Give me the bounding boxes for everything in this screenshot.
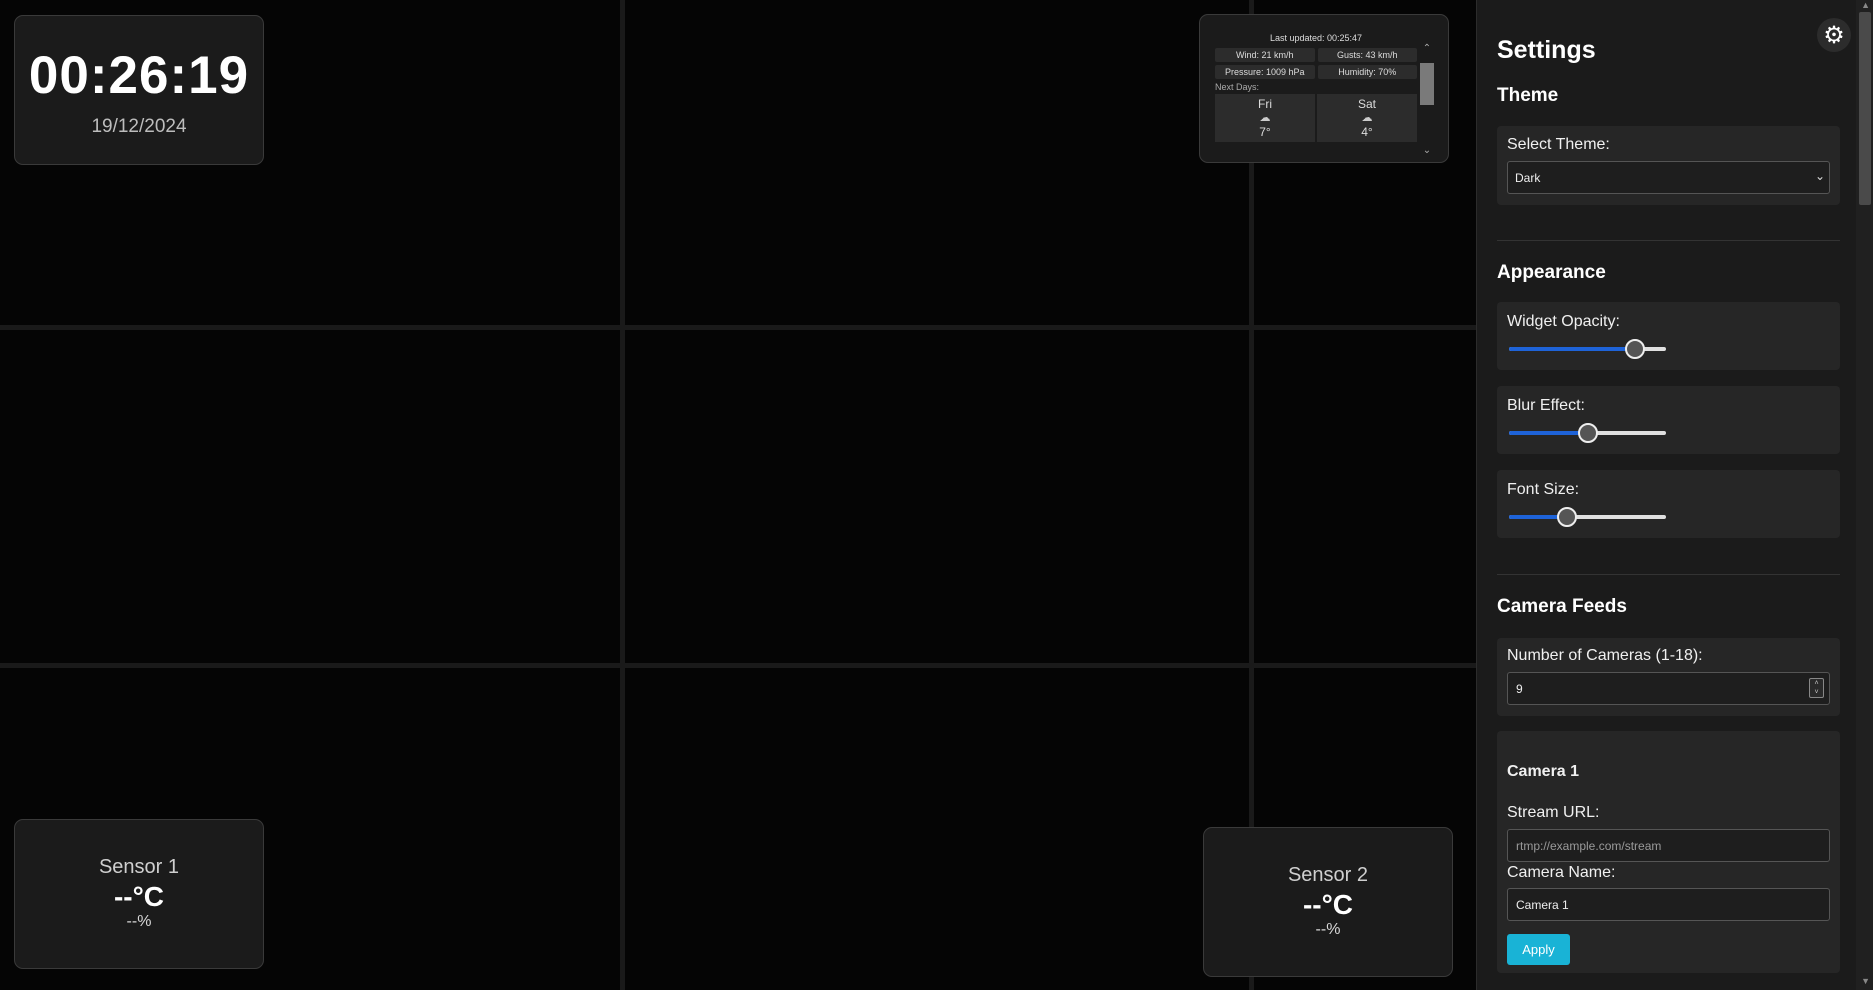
camera-tile[interactable] [625, 0, 1249, 325]
camera-1-card: Camera 1 Stream URL: rtmp://example.com/… [1497, 731, 1840, 973]
weather-wind: Wind: 21 km/h [1215, 48, 1315, 62]
weather-widget[interactable]: Last updated: 00:25:47 Wind: 21 km/h Gus… [1199, 14, 1449, 163]
camera-count-card: Number of Cameras (1-18): 9 ˄ ˅ [1497, 638, 1840, 716]
sensor-widget-2[interactable]: Sensor 2 --°C --% [1203, 827, 1453, 977]
weather-gusts: Gusts: 43 km/h [1317, 48, 1417, 62]
slider-thumb[interactable] [1577, 423, 1598, 443]
cloud-icon: ☁ [1259, 112, 1271, 124]
blur-effect-label: Blur Effect: [1507, 397, 1585, 414]
divider [1497, 240, 1840, 241]
blur-effect-slider[interactable] [1507, 423, 1668, 443]
camera-tile[interactable] [625, 330, 1249, 663]
theme-select[interactable]: Dark ⌄ [1507, 161, 1830, 194]
sensor-temperature: --°C [113, 881, 165, 912]
scroll-up-icon[interactable]: ⌃ [1420, 43, 1434, 54]
clock-widget[interactable]: 00:26:19 19/12/2024 [14, 15, 264, 165]
theme-select-value: Dark [1515, 171, 1541, 185]
camera-tile[interactable] [0, 330, 620, 663]
theme-heading: Theme [1497, 85, 1559, 106]
camera-feeds-heading: Camera Feeds [1497, 596, 1627, 617]
forecast-day-name: Sat [1357, 97, 1376, 111]
forecast-day: Sat ☁ 4° [1317, 94, 1417, 142]
camera-count-label: Number of Cameras (1-18): [1507, 647, 1703, 664]
camera-tile[interactable] [625, 668, 1249, 990]
blur-card: Blur Effect: [1497, 386, 1840, 454]
sensor-humidity: --% [126, 913, 152, 930]
forecast-day-temp: 4° [1361, 125, 1373, 139]
number-stepper[interactable]: ˄ ˅ [1809, 678, 1824, 698]
theme-card: Select Theme: Dark ⌄ [1497, 126, 1840, 205]
appearance-heading: Appearance [1497, 262, 1606, 283]
font-size-slider[interactable] [1507, 507, 1668, 527]
camera-name-input[interactable]: Camera 1 [1507, 888, 1830, 921]
widget-opacity-slider[interactable] [1507, 339, 1668, 359]
slider-thumb[interactable] [1625, 339, 1646, 359]
weather-pressure: Pressure: 1009 hPa [1215, 65, 1315, 79]
apply-button[interactable]: Apply [1507, 934, 1570, 965]
forecast-day-temp: 7° [1259, 125, 1271, 139]
divider [1497, 574, 1840, 575]
sensor-temperature: --°C [1302, 889, 1354, 920]
select-theme-label: Select Theme: [1507, 136, 1610, 153]
sensor-name: Sensor 2 [1287, 864, 1369, 886]
weather-updated: Last updated: 00:25:47 [1269, 33, 1363, 43]
sensor-name: Sensor 1 [98, 856, 180, 878]
weather-humidity: Humidity: 70% [1317, 65, 1417, 79]
stream-url-input[interactable]: rtmp://example.com/stream [1507, 829, 1830, 862]
scroll-down-icon[interactable]: ▼ [1861, 976, 1870, 986]
scrollbar-thumb[interactable] [1420, 63, 1434, 105]
next-days-label: Next Days: [1215, 82, 1260, 92]
clock-date: 19/12/2024 [91, 116, 187, 137]
dashboard: 00:26:19 19/12/2024 Last updated: 00:25:… [0, 0, 1873, 990]
sensor-humidity: --% [1315, 921, 1341, 938]
slider-thumb[interactable] [1556, 507, 1577, 527]
camera-tile[interactable] [1254, 330, 1486, 663]
chevron-down-icon: ⌄ [1814, 169, 1825, 183]
scroll-down-icon[interactable]: ⌄ [1420, 145, 1434, 156]
camera-count-value: 9 [1516, 682, 1523, 696]
scroll-up-icon[interactable]: ▲ [1861, 0, 1870, 10]
forecast-day: Fri ☁ 7° [1215, 94, 1315, 142]
settings-panel: ⚙ Settings Theme Select Theme: Dark ⌄ Ap… [1476, 0, 1873, 990]
cloud-icon: ☁ [1361, 112, 1373, 124]
opacity-card: Widget Opacity: [1497, 302, 1840, 370]
stream-url-label: Stream URL: [1507, 804, 1600, 821]
sensor-widget-1[interactable]: Sensor 1 --°C --% [14, 819, 264, 969]
scrollbar-thumb[interactable] [1859, 12, 1871, 205]
font-size-card: Font Size: [1497, 470, 1840, 538]
gear-icon[interactable]: ⚙ [1817, 18, 1851, 52]
widget-opacity-label: Widget Opacity: [1507, 313, 1620, 330]
forecast-day-name: Fri [1258, 97, 1272, 111]
weather-scrollbar[interactable]: ⌃ ⌄ [1420, 43, 1434, 162]
camera-count-input[interactable]: 9 ˄ ˅ [1507, 672, 1830, 705]
camera-name-label: Camera Name: [1507, 864, 1616, 881]
settings-title: Settings [1497, 36, 1596, 64]
panel-scrollbar[interactable]: ▲ ▼ [1856, 0, 1873, 990]
font-size-label: Font Size: [1507, 481, 1580, 498]
camera-1-title: Camera 1 [1507, 763, 1580, 780]
clock-time: 00:26:19 [28, 46, 250, 105]
